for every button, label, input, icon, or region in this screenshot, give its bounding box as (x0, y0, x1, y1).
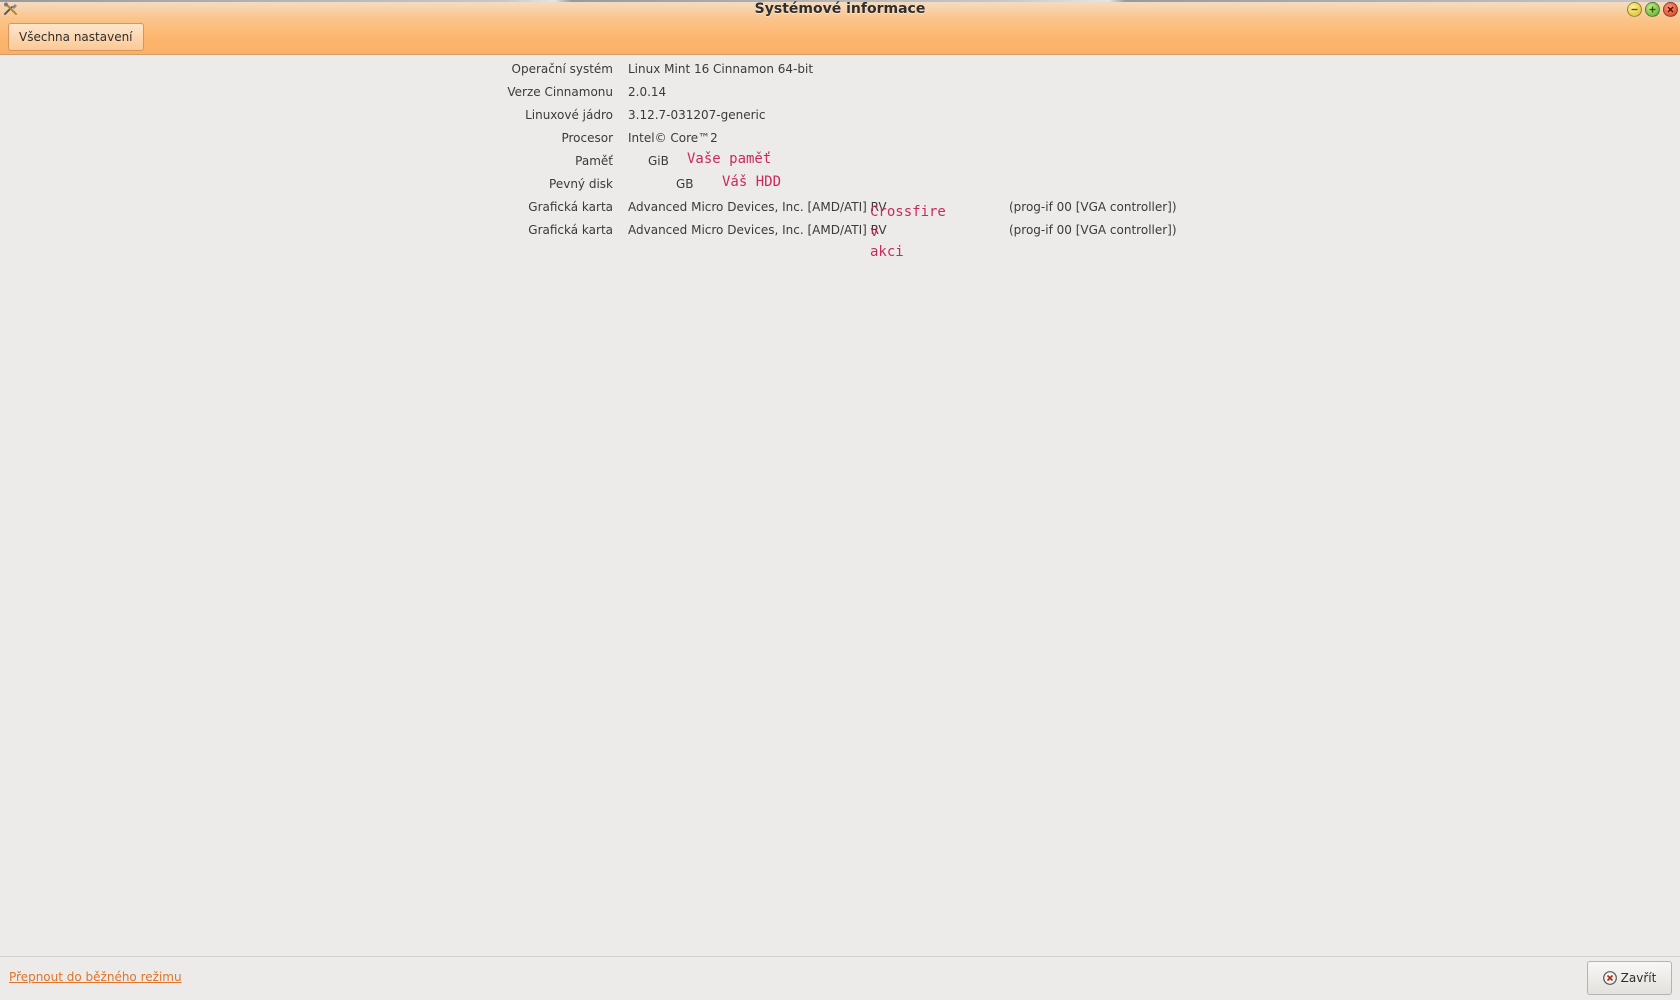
info-row-os: Operační systém Linux Mint 16 Cinnamon 6… (0, 59, 1680, 82)
gpu-annotation-line-3: akci (870, 244, 904, 260)
minimize-button[interactable] (1627, 2, 1642, 17)
info-value-suffix: (prog-if 00 [VGA controller]) (1009, 200, 1177, 214)
info-label: Pevný disk (549, 177, 613, 191)
info-row-disk: Pevný disk GB Váš HDD (0, 174, 1680, 197)
info-value: 2.0.14 (628, 85, 667, 99)
info-value: GiB (648, 154, 669, 168)
all-settings-button[interactable]: Všechna nastavení (8, 23, 144, 51)
memory-annotation: Vaše paměť (687, 151, 772, 167)
disk-annotation: Váš HDD (722, 174, 782, 190)
info-value: Intel© Core™2 (628, 131, 718, 145)
minimize-icon (1631, 8, 1638, 11)
close-button[interactable]: Zavřít (1587, 961, 1672, 995)
info-value: GB (676, 177, 694, 191)
window-controls (1627, 2, 1678, 17)
info-label: Grafická karta (528, 223, 613, 237)
window-close-button[interactable] (1663, 2, 1678, 17)
close-x-icon (1667, 6, 1674, 13)
info-label: Procesor (561, 131, 613, 145)
maximize-icon (1649, 6, 1656, 13)
maximize-button[interactable] (1645, 2, 1660, 17)
switch-normal-mode-link[interactable]: Přepnout do běžného režimu (9, 970, 182, 984)
info-value: Advanced Micro Devices, Inc. [AMD/ATI] R… (628, 200, 887, 214)
info-value: Advanced Micro Devices, Inc. [AMD/ATI] R… (628, 223, 887, 237)
gpu-annotation-line-1: Crossfire (870, 204, 946, 220)
close-button-label: Zavřít (1620, 971, 1657, 985)
close-circle-icon (1602, 971, 1617, 985)
info-value-suffix: (prog-if 00 [VGA controller]) (1009, 223, 1177, 237)
info-row-processor: Procesor Intel© Core™2 (0, 128, 1680, 151)
info-row-gpu-1: Grafická karta Advanced Micro Devices, I… (0, 197, 1680, 220)
info-row-cinnamon: Verze Cinnamonu 2.0.14 (0, 82, 1680, 105)
info-label: Verze Cinnamonu (507, 85, 613, 99)
info-label: Grafická karta (528, 200, 613, 214)
info-label: Operační systém (511, 62, 613, 76)
footer-separator (0, 956, 1680, 957)
header-bar: Systémové informace Všechna nastavení (0, 0, 1680, 55)
info-value: 3.12.7-031207-generic (628, 108, 766, 122)
info-label: Linuxové jádro (525, 108, 613, 122)
info-row-gpu-2: Grafická karta Advanced Micro Devices, I… (0, 220, 1680, 243)
info-row-memory: Paměť GiB Vaše paměť (0, 151, 1680, 174)
info-value: Linux Mint 16 Cinnamon 64-bit (628, 62, 814, 76)
window-title: Systémové informace (754, 1, 926, 17)
gpu-annotation-line-2: v (870, 224, 879, 240)
system-info-window: Systémové informace Všechna nastavení Op… (0, 0, 1680, 1000)
info-label: Paměť (575, 154, 613, 168)
info-row-kernel: Linuxové jádro 3.12.7-031207-generic (0, 105, 1680, 128)
